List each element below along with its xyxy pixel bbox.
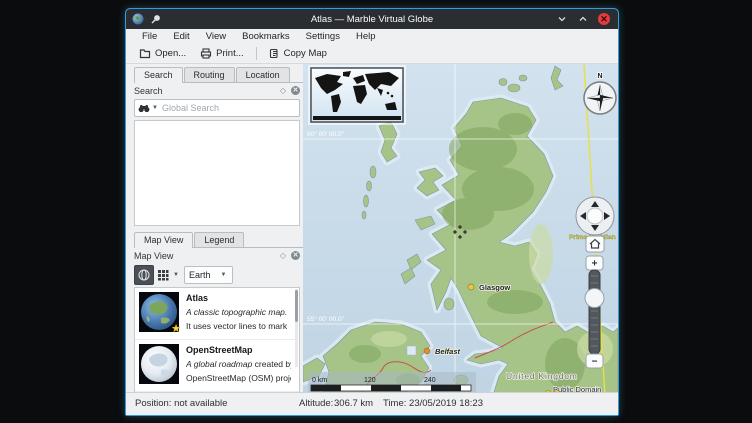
atlas-thumbnail: ★ [139, 292, 179, 332]
binoculars-icon [138, 104, 150, 113]
zoom-slider-handle[interactable] [585, 289, 604, 308]
overview-map[interactable] [309, 66, 405, 124]
print-button[interactable]: Print... [193, 46, 250, 61]
scale-label-0: 0 km [312, 377, 327, 384]
projection-caret-icon: ▼ [173, 272, 179, 278]
toolbar-separator [256, 47, 257, 60]
copy-map-button[interactable]: Copy Map [262, 46, 334, 61]
search-input[interactable] [160, 102, 296, 114]
theme-item-openstreetmap[interactable]: OpenStreetMap A global roadmap created b… [135, 340, 299, 392]
tab-search[interactable]: Search [134, 67, 183, 83]
status-position: Position: not available [135, 398, 227, 409]
zoom-in-label: + [592, 259, 598, 270]
theme-title: OpenStreetMap [186, 345, 291, 355]
copy-icon [269, 48, 280, 59]
tab-map-view[interactable]: Map View [134, 232, 193, 248]
mapview-dock-header: Map View ◇ ✕ [134, 248, 303, 263]
tab-legend[interactable]: Legend [194, 232, 244, 247]
float-panel-icon[interactable]: ◇ [280, 251, 286, 260]
navigation-pad[interactable] [576, 197, 614, 235]
open-button[interactable]: Open... [132, 46, 193, 61]
status-time: Time: 23/05/2019 18:23 [383, 398, 483, 409]
status-altitude-label: Altitude: [299, 398, 333, 409]
main-toolbar: Open... Print... Copy Map [126, 44, 618, 64]
status-bar: Position: not available Altitude: 306.7 … [126, 392, 618, 415]
printer-icon [200, 48, 212, 59]
latitude-label-60: 60° 00' 00.0" [307, 130, 345, 138]
menu-view[interactable]: View [198, 30, 234, 43]
search-field-wrap: ▼ [134, 99, 300, 117]
menu-help[interactable]: Help [348, 30, 384, 43]
menu-bookmarks[interactable]: Bookmarks [234, 30, 298, 43]
scale-bar: 0 km 120 240 [308, 372, 476, 392]
osm-thumbnail [139, 344, 179, 384]
search-options-caret-icon[interactable]: ▼ [152, 105, 158, 111]
lake [407, 346, 416, 355]
search-row: ▼ [134, 99, 300, 117]
theme-item-atlas[interactable]: ★ Atlas A classic topographic map. It us… [135, 288, 299, 340]
belfast-marker[interactable] [424, 348, 430, 354]
sidebar: Search Routing Location Search ◇ ✕ ▼ Map… [126, 64, 303, 392]
map-viewport[interactable]: 60° 00' 00.0" 55° 00' 00.0" Prime Meridi… [303, 64, 618, 392]
view-tabs: Map View Legend [134, 229, 303, 248]
open-folder-icon [139, 48, 151, 59]
close-button[interactable]: ✕ [598, 13, 610, 25]
menu-bar: File Edit View Bookmarks Settings Help [126, 29, 618, 44]
zoom-out-label: − [592, 357, 598, 368]
screenshot-canvas: Atlas — Marble Virtual Globe ✕ File Edit… [0, 0, 752, 423]
pin-icon[interactable] [149, 13, 161, 25]
panel-tabs: Search Routing Location [134, 64, 303, 83]
menu-edit[interactable]: Edit [165, 30, 197, 43]
home-button[interactable] [586, 236, 604, 252]
grid-icon [157, 269, 169, 281]
minimize-button[interactable] [556, 13, 568, 25]
latitude-label-55: 55° 00' 00.0" [307, 315, 345, 323]
scale-label-120: 120 [364, 377, 376, 384]
search-results-list[interactable] [134, 120, 300, 226]
main-area: Search Routing Location Search ◇ ✕ ▼ Map… [126, 64, 618, 392]
mapview-toolbar: ▼ Earth ▼ [134, 263, 303, 287]
theme-list-scrollbar[interactable] [295, 289, 298, 367]
float-panel-icon[interactable]: ◇ [280, 86, 286, 95]
globe-projection-button[interactable] [134, 265, 154, 285]
tab-routing[interactable]: Routing [184, 67, 235, 82]
menu-file[interactable]: File [134, 30, 165, 43]
title-bar: Atlas — Marble Virtual Globe ✕ [126, 9, 618, 29]
app-globe-icon [132, 13, 144, 25]
window-title: Atlas — Marble Virtual Globe [126, 14, 618, 25]
glasgow-marker[interactable] [468, 284, 474, 290]
maximize-button[interactable] [577, 13, 589, 25]
close-panel-icon[interactable]: ✕ [291, 251, 300, 260]
country-label: United Kingdom [506, 371, 578, 381]
menu-settings[interactable]: Settings [298, 30, 348, 43]
license-label: Public Domain [553, 385, 601, 392]
scrollbar-handle[interactable] [295, 290, 298, 322]
belfast-label: Belfast [435, 347, 461, 356]
compass-north-label: N [597, 73, 602, 80]
marble-window: Atlas — Marble Virtual Globe ✕ File Edit… [125, 8, 619, 416]
map-theme-list: ★ Atlas A classic topographic map. It us… [134, 287, 300, 392]
scale-label-240: 240 [424, 377, 436, 384]
celestial-body-select[interactable]: Earth ▼ [184, 266, 233, 284]
search-dock-header: Search ◇ ✕ [134, 83, 303, 98]
flat-projection-button[interactable]: ▼ [157, 266, 181, 284]
glasgow-label: Glasgow [479, 283, 510, 292]
globe-icon [137, 268, 151, 282]
theme-title: Atlas [186, 293, 287, 303]
favorite-star-icon: ★ [171, 322, 181, 335]
combo-caret-icon: ▼ [221, 272, 227, 278]
close-panel-icon[interactable]: ✕ [291, 86, 300, 95]
tab-location[interactable]: Location [236, 67, 290, 82]
status-altitude-value: 306.7 km [334, 398, 373, 409]
